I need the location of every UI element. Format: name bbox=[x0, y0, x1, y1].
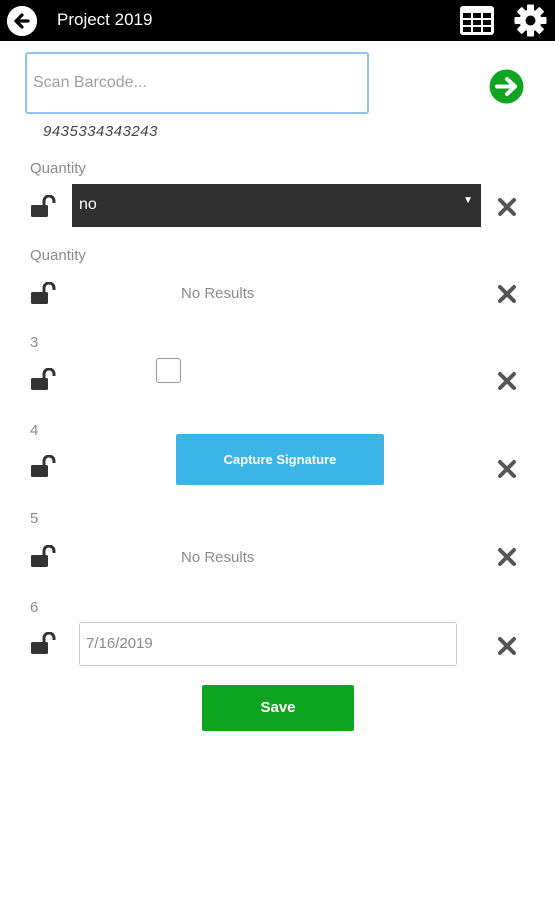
gear-icon bbox=[514, 4, 547, 37]
unlock-icon[interactable] bbox=[31, 631, 57, 654]
no-results-text: No Results bbox=[181, 285, 255, 302]
quantity-select-value: no bbox=[79, 196, 97, 213]
field-3-checkbox[interactable] bbox=[156, 358, 181, 383]
unlock-icon[interactable] bbox=[31, 544, 57, 567]
table-grid-icon bbox=[460, 6, 494, 35]
close-icon bbox=[498, 198, 516, 216]
unlock-icon[interactable] bbox=[31, 454, 57, 477]
barcode-value: 9435334343243 bbox=[43, 123, 158, 140]
close-icon bbox=[498, 372, 516, 390]
remove-field-button[interactable] bbox=[497, 636, 517, 656]
grid-view-button[interactable] bbox=[460, 6, 494, 35]
caret-down-icon: ▼ bbox=[463, 195, 473, 206]
remove-field-button[interactable] bbox=[497, 547, 517, 567]
quantity-select[interactable]: no ▼ bbox=[72, 184, 481, 227]
field-label-3: 3 bbox=[30, 334, 39, 351]
close-icon bbox=[498, 548, 516, 566]
close-icon bbox=[498, 637, 516, 655]
remove-field-button[interactable] bbox=[497, 197, 517, 217]
close-icon bbox=[498, 460, 516, 478]
field-label-6: 6 bbox=[30, 599, 39, 616]
back-button[interactable] bbox=[7, 6, 37, 36]
scan-barcode-input[interactable] bbox=[25, 52, 369, 114]
no-results-text: No Results bbox=[181, 549, 255, 566]
go-button[interactable] bbox=[489, 69, 524, 104]
arrow-right-circle-icon bbox=[489, 69, 524, 104]
date-field[interactable]: 7/16/2019 bbox=[79, 622, 457, 666]
arrow-left-circle-icon bbox=[7, 6, 37, 36]
field-label-quantity: Quantity bbox=[30, 160, 86, 177]
header-bar: Project 2019 bbox=[0, 0, 555, 41]
capture-signature-button[interactable]: Capture Signature bbox=[176, 434, 384, 485]
remove-field-button[interactable] bbox=[497, 371, 517, 391]
field-label-5: 5 bbox=[30, 510, 39, 527]
unlock-icon[interactable] bbox=[31, 367, 57, 390]
field-label-4: 4 bbox=[30, 422, 39, 439]
save-button[interactable]: Save bbox=[202, 685, 354, 731]
unlock-icon[interactable] bbox=[31, 281, 57, 304]
settings-button[interactable] bbox=[514, 4, 547, 37]
app-title: Project 2019 bbox=[57, 10, 153, 29]
close-icon bbox=[498, 285, 516, 303]
remove-field-button[interactable] bbox=[497, 284, 517, 304]
field-label-quantity: Quantity bbox=[30, 247, 86, 264]
unlock-icon[interactable] bbox=[31, 194, 57, 217]
remove-field-button[interactable] bbox=[497, 459, 517, 479]
